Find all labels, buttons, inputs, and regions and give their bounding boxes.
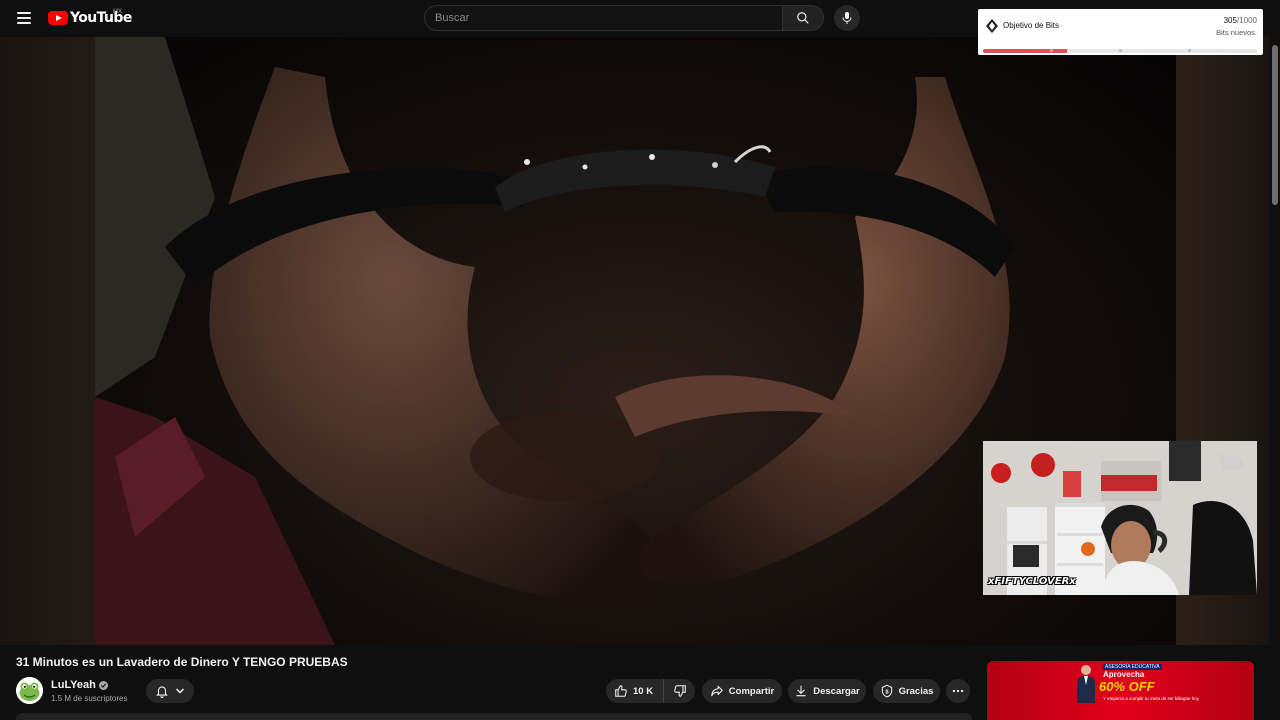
share-label: Compartir [728,685,775,697]
search-button[interactable] [782,5,824,31]
description-box-edge [16,713,972,720]
webcam-username-tag: xFIFTYCLOVERx [988,576,1076,587]
super-thanks-icon: $ [881,684,892,698]
thumbs-up-icon [615,685,627,697]
video-title: 31 Minutos es un Lavadero de Dinero Y TE… [16,655,348,669]
channel-name[interactable]: LuLYeah [51,679,108,691]
chevron-down-icon [175,688,185,694]
bits-goal-widget: Objetivo de Bits 305/1000 Bits nuevos. [978,9,1263,55]
svg-text:$: $ [885,689,889,695]
voice-search-button[interactable] [834,5,860,31]
thanks-button[interactable]: $ Gracias [873,679,940,703]
download-button[interactable]: Descargar [788,679,866,703]
bits-subtitle: Bits nuevos. [1216,28,1257,37]
bits-diamond-icon [986,19,998,33]
ad-person-image [1077,665,1095,703]
bits-current: 305 [1223,16,1237,25]
more-actions-button[interactable] [946,679,970,703]
ad-offer: 60% OFF [1099,679,1155,694]
like-count: 10 K [633,685,654,697]
streamer-webcam: xFIFTYCLOVERx [983,441,1257,595]
search-bar [424,5,824,31]
ad-headline: Aprovecha [1103,670,1145,679]
bits-goal-title: Objetivo de Bits [1003,21,1060,30]
channel-name-text: LuLYeah [51,679,96,691]
scrollbar-thumb[interactable] [1272,45,1278,205]
youtube-play-icon [48,11,68,25]
search-icon [797,12,809,24]
menu-icon[interactable] [12,6,36,30]
download-icon [796,685,806,697]
bits-progress-marker [1050,49,1053,52]
thanks-label: Gracias [898,685,934,697]
bits-progress-marker [1188,49,1191,52]
share-button[interactable]: Compartir [702,679,782,703]
sidebar-ad-banner[interactable]: ASESORÍA EDUCATIVA Aprovecha 60% OFF Y e… [987,661,1254,720]
microphone-icon [842,12,852,24]
search-input[interactable] [424,5,782,31]
channel-avatar[interactable] [16,677,43,704]
download-label: Descargar [813,685,860,697]
share-icon [711,685,723,697]
like-dislike-group: 10 K [606,679,695,703]
bits-progress-marker [1119,49,1122,52]
notifications-button[interactable] [146,679,194,703]
more-horizontal-icon [952,689,964,693]
bell-icon [156,686,168,698]
logo-text: YouTube [70,10,132,26]
ad-footer-text: Y empieza a cumplir tu meta de ser bilin… [1103,696,1199,701]
bits-count: 305/1000 [1224,16,1257,25]
bits-goal: /1000 [1236,16,1257,25]
thumbs-down-icon [673,685,686,697]
country-code: MX [113,9,122,15]
subscriber-count: 1.5 M de suscriptores [51,694,128,703]
like-button[interactable]: 10 K [606,679,664,703]
dislike-button[interactable] [664,679,695,703]
bits-progress-fill [983,49,1067,53]
webcam-scene-image [983,441,1257,595]
verified-icon [98,680,108,690]
frog-avatar-icon [16,677,43,704]
video-left-edge [0,37,95,645]
